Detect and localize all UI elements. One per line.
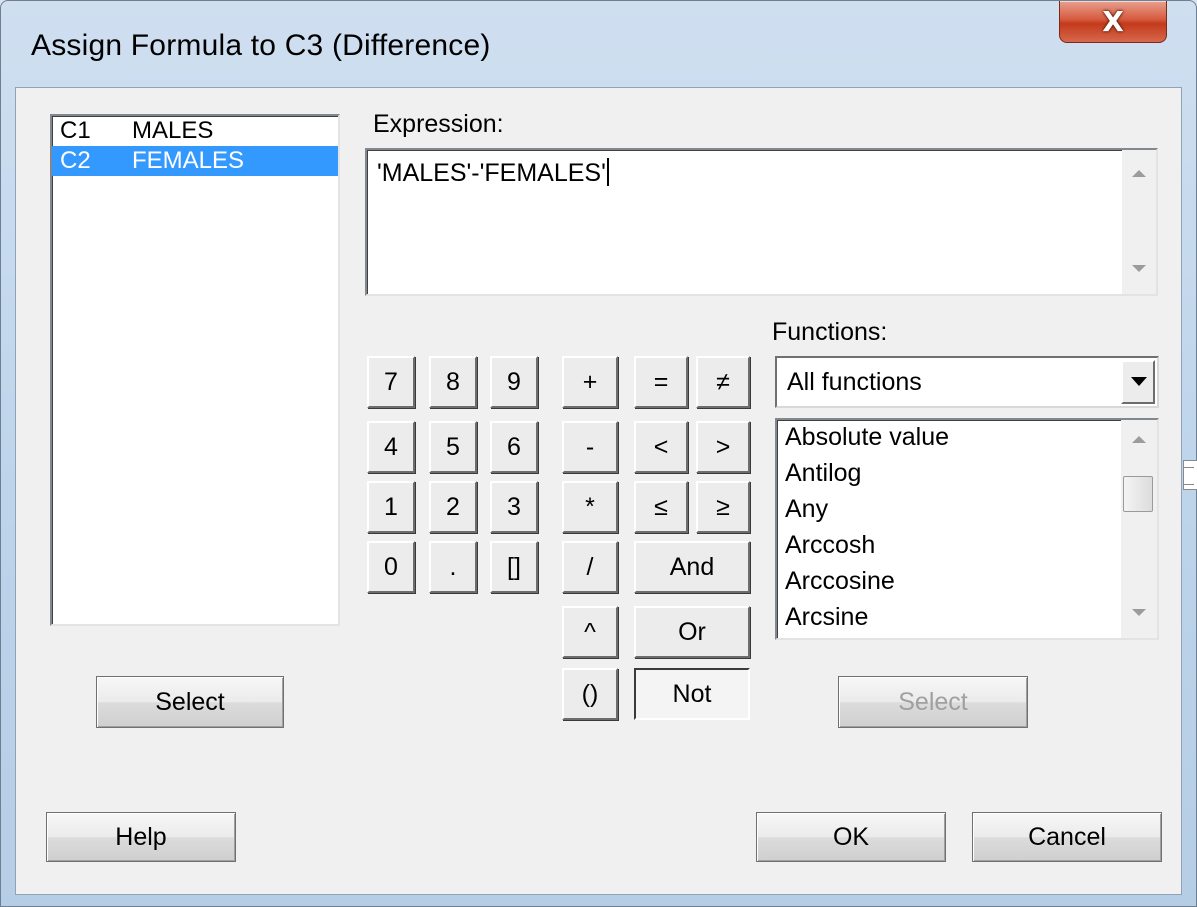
key-multiply[interactable]: *: [562, 481, 618, 533]
scrollbar-thumb[interactable]: [1123, 476, 1153, 512]
function-item[interactable]: Arccosine: [777, 564, 1157, 600]
window-title: Assign Formula to C3 (Difference): [31, 29, 491, 62]
function-item[interactable]: Arccosh: [777, 528, 1157, 564]
key-1[interactable]: 1: [367, 481, 415, 533]
scroll-up-arrow-icon[interactable]: [1132, 170, 1146, 177]
key-greater-than[interactable]: >: [696, 421, 750, 473]
key-greater-or-equal[interactable]: ≥: [696, 481, 750, 533]
key-7[interactable]: 7: [367, 356, 415, 408]
function-item[interactable]: Absolute value: [777, 420, 1157, 456]
variable-name: FEMALES: [132, 147, 245, 174]
key-equals[interactable]: =: [634, 356, 688, 408]
dialog-body: C1 MALES C2 FEMALES Expression: 'MALES'-…: [15, 87, 1197, 895]
key-brackets[interactable]: []: [490, 541, 538, 593]
variable-item-c2[interactable]: C2 FEMALES: [52, 146, 338, 176]
variable-item-c1[interactable]: C1 MALES: [52, 116, 338, 146]
title-bar[interactable]: Assign Formula to C3 (Difference) X: [1, 1, 1196, 93]
chevron-down-icon[interactable]: [1121, 360, 1155, 404]
ok-button[interactable]: OK: [756, 812, 946, 862]
key-2[interactable]: 2: [429, 481, 477, 533]
dialog-window: Assign Formula to C3 (Difference) X C1 M…: [0, 0, 1197, 907]
close-button[interactable]: X: [1059, 1, 1167, 43]
expression-scrollbar[interactable]: [1122, 150, 1156, 294]
key-4[interactable]: 4: [367, 421, 415, 473]
key-not[interactable]: Not: [634, 668, 750, 720]
cancel-button[interactable]: Cancel: [972, 812, 1162, 862]
side-handle-icon: [1183, 460, 1197, 490]
variable-column-id: C1: [60, 117, 91, 144]
functions-label: Functions:: [772, 318, 888, 346]
function-item[interactable]: Any: [777, 492, 1157, 528]
functions-list[interactable]: Absolute value Antilog Any Arccosh Arcco…: [775, 418, 1159, 640]
key-0[interactable]: 0: [367, 541, 415, 593]
function-item[interactable]: Arcsine: [777, 600, 1157, 636]
function-item[interactable]: Antilog: [777, 456, 1157, 492]
variable-name: MALES: [132, 117, 214, 144]
expression-value: 'MALES'-'FEMALES': [377, 159, 606, 187]
functions-scrollbar[interactable]: [1121, 420, 1157, 638]
select-function-button: Select: [838, 676, 1028, 728]
select-variable-button[interactable]: Select: [96, 676, 284, 728]
key-or[interactable]: Or: [634, 606, 750, 658]
key-6[interactable]: 6: [490, 421, 538, 473]
expression-label: Expression:: [373, 110, 504, 138]
key-divide[interactable]: /: [562, 541, 618, 593]
close-icon: X: [1102, 5, 1124, 38]
expression-input[interactable]: 'MALES'-'FEMALES': [365, 148, 1158, 296]
functions-filter-value: All functions: [787, 368, 922, 396]
key-less-than[interactable]: <: [634, 421, 688, 473]
key-9[interactable]: 9: [490, 356, 538, 408]
variable-list[interactable]: C1 MALES C2 FEMALES: [50, 114, 340, 626]
key-less-or-equal[interactable]: ≤: [634, 481, 688, 533]
functions-filter-dropdown[interactable]: All functions: [775, 356, 1159, 408]
key-parentheses[interactable]: (): [562, 668, 618, 720]
key-power[interactable]: ^: [562, 606, 618, 658]
scroll-down-arrow-icon[interactable]: [1132, 609, 1146, 616]
scroll-down-arrow-icon[interactable]: [1132, 265, 1146, 272]
text-caret: [606, 158, 609, 186]
key-and[interactable]: And: [634, 541, 750, 593]
key-not-equal[interactable]: ≠: [696, 356, 750, 408]
scroll-up-arrow-icon[interactable]: [1132, 436, 1146, 443]
key-plus[interactable]: +: [562, 356, 618, 408]
key-5[interactable]: 5: [429, 421, 477, 473]
key-8[interactable]: 8: [429, 356, 477, 408]
help-button[interactable]: Help: [46, 812, 236, 862]
key-3[interactable]: 3: [490, 481, 538, 533]
key-minus[interactable]: -: [562, 421, 618, 473]
variable-column-id: C2: [60, 147, 91, 174]
key-decimal-point[interactable]: .: [429, 541, 477, 593]
